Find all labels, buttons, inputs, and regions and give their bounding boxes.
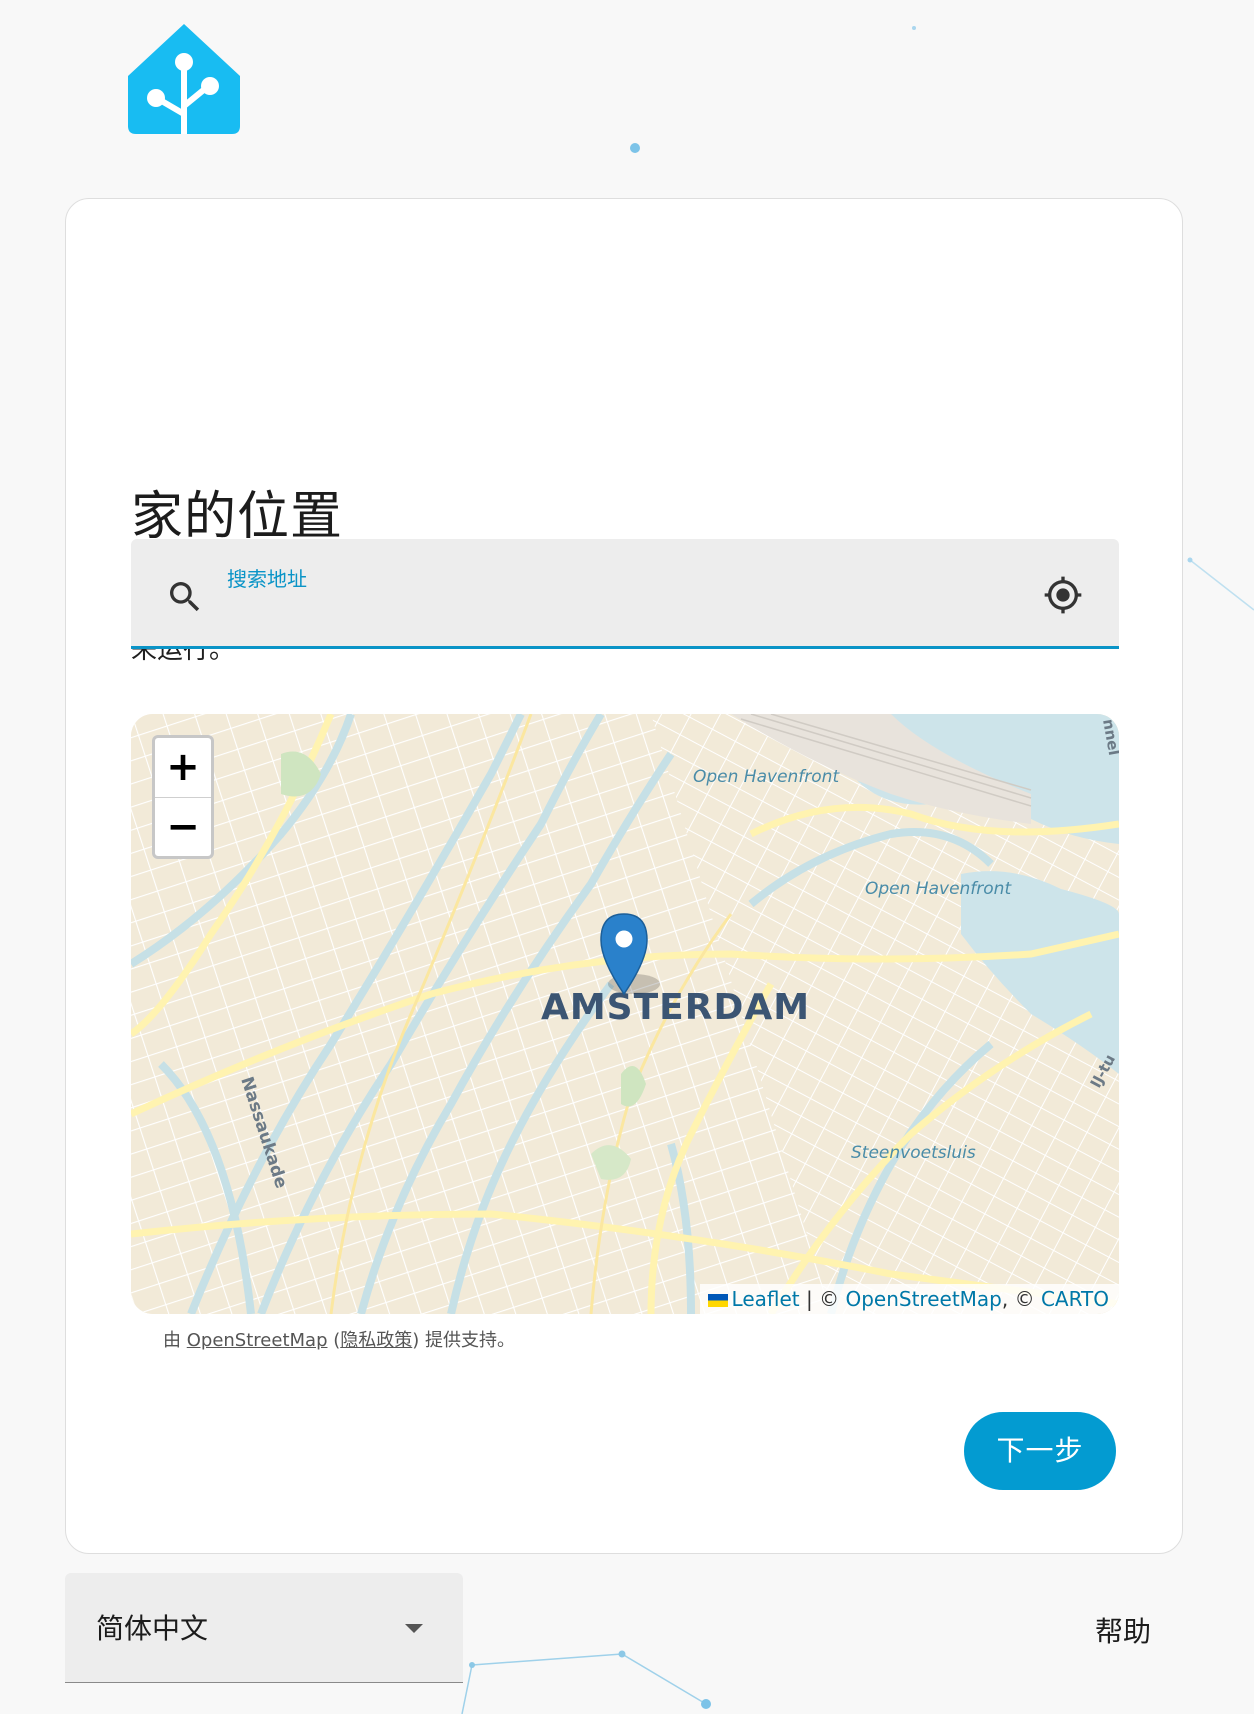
ukraine-flag-icon xyxy=(707,1294,728,1307)
language-select[interactable]: 简体中文 xyxy=(65,1573,463,1683)
powered-prefix: 由 xyxy=(163,1330,187,1351)
powered-suffix: ) 提供支持。 xyxy=(412,1330,515,1351)
map-label-open-havenfront-1: Open Havenfront xyxy=(693,767,840,787)
map-label-city: AMSTERDAM xyxy=(541,987,810,1028)
powered-open-paren: ( xyxy=(327,1330,341,1351)
map-tiles: Open Havenfront Open Havenfront Steenvoe… xyxy=(131,714,1119,1314)
map-attribution: Leaflet | © OpenStreetMap, © CARTO xyxy=(699,1284,1119,1314)
address-search-field[interactable]: 搜索地址 xyxy=(131,539,1119,649)
attribution-separator: | © xyxy=(799,1287,846,1311)
map-label-open-havenfront-2: Open Havenfront xyxy=(865,879,1012,899)
openstreetmap-attribution-link[interactable]: OpenStreetMap xyxy=(845,1287,1001,1311)
home-assistant-logo xyxy=(128,24,240,134)
zoom-out-button[interactable]: − xyxy=(155,798,211,856)
location-map[interactable]: Open Havenfront Open Havenfront Steenvoe… xyxy=(131,714,1119,1314)
carto-link[interactable]: CARTO xyxy=(1041,1287,1109,1311)
search-input[interactable] xyxy=(227,593,1031,631)
map-label-steenvoetsluis: Steenvoetsluis xyxy=(851,1143,976,1163)
language-value: 简体中文 xyxy=(96,1612,209,1645)
powered-by-text: 由 OpenStreetMap (隐私政策) 提供支持。 xyxy=(163,1326,515,1352)
help-link[interactable]: 帮助 xyxy=(1095,1610,1151,1650)
attribution-comma: , © xyxy=(1001,1287,1041,1311)
onboarding-card: 家的位置 此数据存储在您的 Home Assistant 系统中，某些基于云的集… xyxy=(65,198,1183,1554)
dropdown-arrow-icon xyxy=(405,1624,423,1633)
my-location-icon[interactable] xyxy=(1043,575,1083,615)
zoom-control: + − xyxy=(152,735,214,859)
page-title: 家的位置 xyxy=(131,487,344,547)
zoom-in-button[interactable]: + xyxy=(155,738,211,798)
search-label: 搜索地址 xyxy=(227,567,307,591)
openstreetmap-link[interactable]: OpenStreetMap xyxy=(187,1330,328,1351)
leaflet-link[interactable]: Leaflet xyxy=(732,1287,800,1311)
privacy-policy-link[interactable]: 隐私政策 xyxy=(340,1330,412,1351)
search-icon xyxy=(170,582,200,612)
next-button[interactable]: 下一步 xyxy=(964,1412,1116,1490)
